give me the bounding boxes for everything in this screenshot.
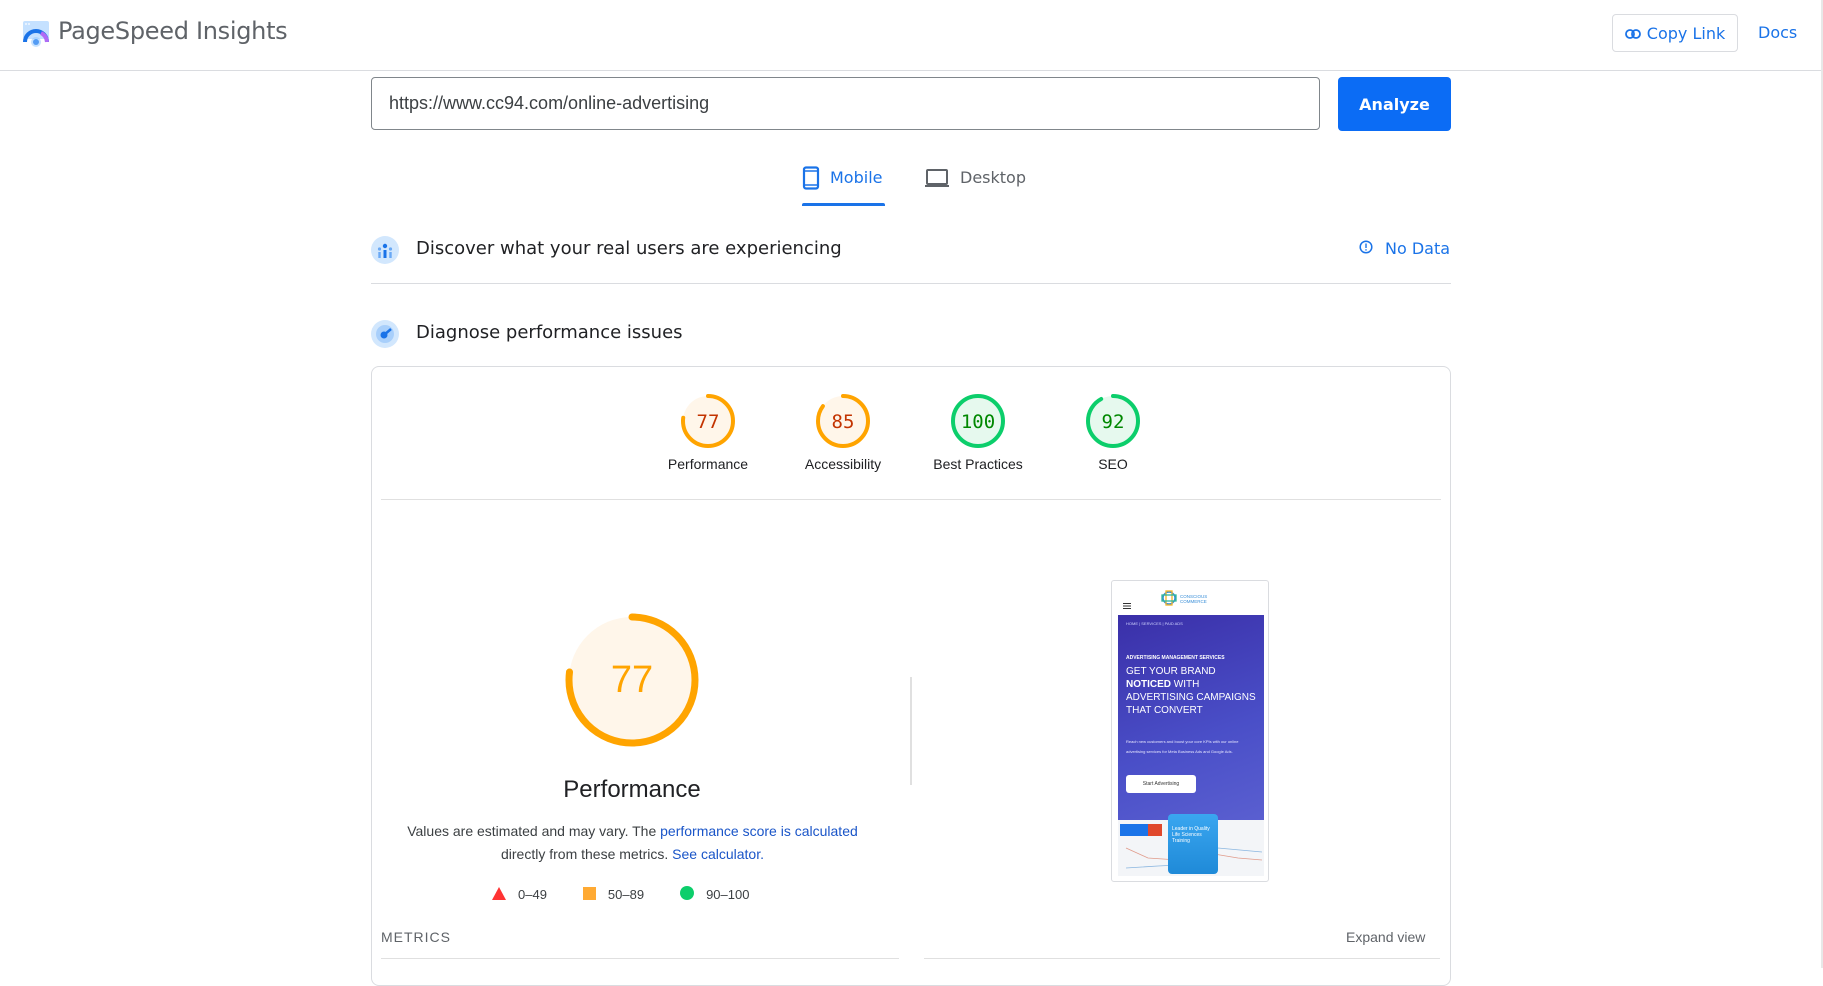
hamburger-menu-icon — [1123, 596, 1131, 614]
legend-fail-label: 0–49 — [518, 887, 547, 902]
gauge-label: Accessibility — [804, 456, 882, 472]
url-input[interactable]: https://www.cc94.com/online-advertising — [371, 77, 1320, 130]
score-gauge-best-practices[interactable]: 100 Best Practices — [918, 392, 1038, 472]
users-icon — [371, 236, 399, 264]
score-legend: 0–49 50–89 90–100 — [492, 886, 785, 903]
thumb-promo-card: Leader in Quality Life Sciences Training — [1168, 814, 1218, 874]
laptop-icon — [924, 166, 950, 192]
vertical-divider — [910, 677, 912, 785]
phone-icon — [802, 166, 820, 194]
pagespeed-logo-icon — [22, 20, 50, 48]
thumb-dashboard-preview: Leader in Quality Life Sciences Training — [1118, 814, 1264, 876]
field-data-title: Discover what your real users are experi… — [416, 238, 842, 259]
gauge-ring: 100 — [951, 394, 1005, 448]
gauge-score: 77 — [697, 411, 720, 433]
thumb-header: CONSCIOUS COMMERCE — [1112, 581, 1268, 615]
legend-average-label: 50–89 — [607, 887, 645, 902]
performance-score-link[interactable]: performance score is calculated — [660, 823, 858, 839]
gauge-score: 77 — [611, 659, 653, 701]
thumb-kicker: ADVERTISING MANAGEMENT SERVICES — [1126, 655, 1225, 661]
legend-pass: 90–100 — [680, 886, 749, 903]
orange-square-icon — [582, 886, 596, 903]
copy-link-label: Copy Link — [1646, 23, 1726, 43]
gauge-score: 85 — [832, 411, 855, 433]
copy-link-button[interactable]: Copy Link — [1612, 14, 1738, 52]
app-title: PageSpeed Insights — [58, 17, 288, 45]
tab-desktop[interactable]: Desktop — [924, 166, 1026, 206]
page-screenshot-thumbnail[interactable]: CONSCIOUS COMMERCE HOME | SERVICES | PAI… — [1111, 580, 1269, 882]
gauge-score: 92 — [1102, 411, 1125, 433]
lab-data-title: Diagnose performance issues — [416, 322, 683, 343]
thumb-headline-pre: GET YOUR BRAND — [1126, 666, 1216, 677]
score-gauge-seo[interactable]: 92 SEO — [1053, 392, 1173, 472]
gauge-ring: 77 — [681, 394, 735, 448]
thumb-promo-text: Leader in Quality Life Sciences Training — [1172, 826, 1210, 844]
diagnose-icon — [371, 320, 399, 348]
info-icon — [1359, 239, 1373, 258]
metrics-divider — [381, 958, 899, 959]
performance-heading: Performance — [563, 776, 701, 803]
legend-average: 50–89 — [582, 886, 645, 903]
site-logo-text: CONSCIOUS COMMERCE — [1180, 594, 1208, 604]
gauge-label: Best Practices — [933, 456, 1023, 472]
link-icon — [1624, 24, 1641, 43]
metrics-heading: METRICS — [381, 929, 451, 945]
gauge-score: 100 — [961, 411, 995, 433]
tab-desktop-label: Desktop — [960, 168, 1026, 187]
no-data-link[interactable]: No Data — [1359, 239, 1450, 258]
legend-pass-label: 90–100 — [706, 887, 750, 902]
see-calculator-link[interactable]: See calculator. — [672, 846, 764, 862]
tab-mobile[interactable]: Mobile — [802, 166, 882, 206]
legend-fail: 0–49 — [492, 886, 547, 903]
performance-note: Values are estimated and may vary. The p… — [400, 820, 865, 866]
score-gauge-performance[interactable]: 77 Performance — [648, 392, 768, 472]
note-text-1: Values are estimated and may vary. The — [407, 823, 661, 839]
thumb-blurb: Reach new customers and boost your core … — [1126, 739, 1239, 754]
section-divider — [371, 283, 1451, 284]
tab-mobile-label: Mobile — [830, 168, 883, 187]
score-gauge-accessibility[interactable]: 85 Accessibility — [783, 392, 903, 472]
expand-divider — [924, 958, 1440, 959]
url-input-value: https://www.cc94.com/online-advertising — [389, 93, 710, 113]
expand-view-button[interactable]: Expand view — [1346, 929, 1425, 945]
green-circle-icon — [680, 886, 695, 903]
active-tab-indicator — [802, 203, 885, 206]
thumb-cta: Start Advertising — [1126, 775, 1196, 793]
gauge-ring: 85 — [816, 394, 870, 448]
thumb-headline-bold: NOTICED — [1126, 679, 1171, 690]
red-triangle-icon — [492, 886, 506, 903]
no-data-label: No Data — [1385, 239, 1451, 258]
thumb-hero: HOME | SERVICES | PAID ADS ADVERTISING M… — [1118, 615, 1264, 820]
card-divider — [381, 499, 1441, 500]
performance-gauge-large: 77 — [562, 610, 702, 755]
thumb-headline: GET YOUR BRAND NOTICED WITH ADVERTISING … — [1126, 665, 1256, 717]
site-logo-icon — [1160, 589, 1178, 612]
thumb-breadcrumb: HOME | SERVICES | PAID ADS — [1126, 621, 1183, 626]
gauge-label: SEO — [1098, 456, 1128, 472]
docs-link[interactable]: Docs — [1758, 23, 1797, 42]
analyze-button[interactable]: Analyze — [1338, 77, 1451, 131]
gauge-label: Performance — [667, 456, 749, 472]
gauge-ring: 92 — [1086, 394, 1140, 448]
note-text-2: directly from these metrics. — [501, 846, 673, 862]
